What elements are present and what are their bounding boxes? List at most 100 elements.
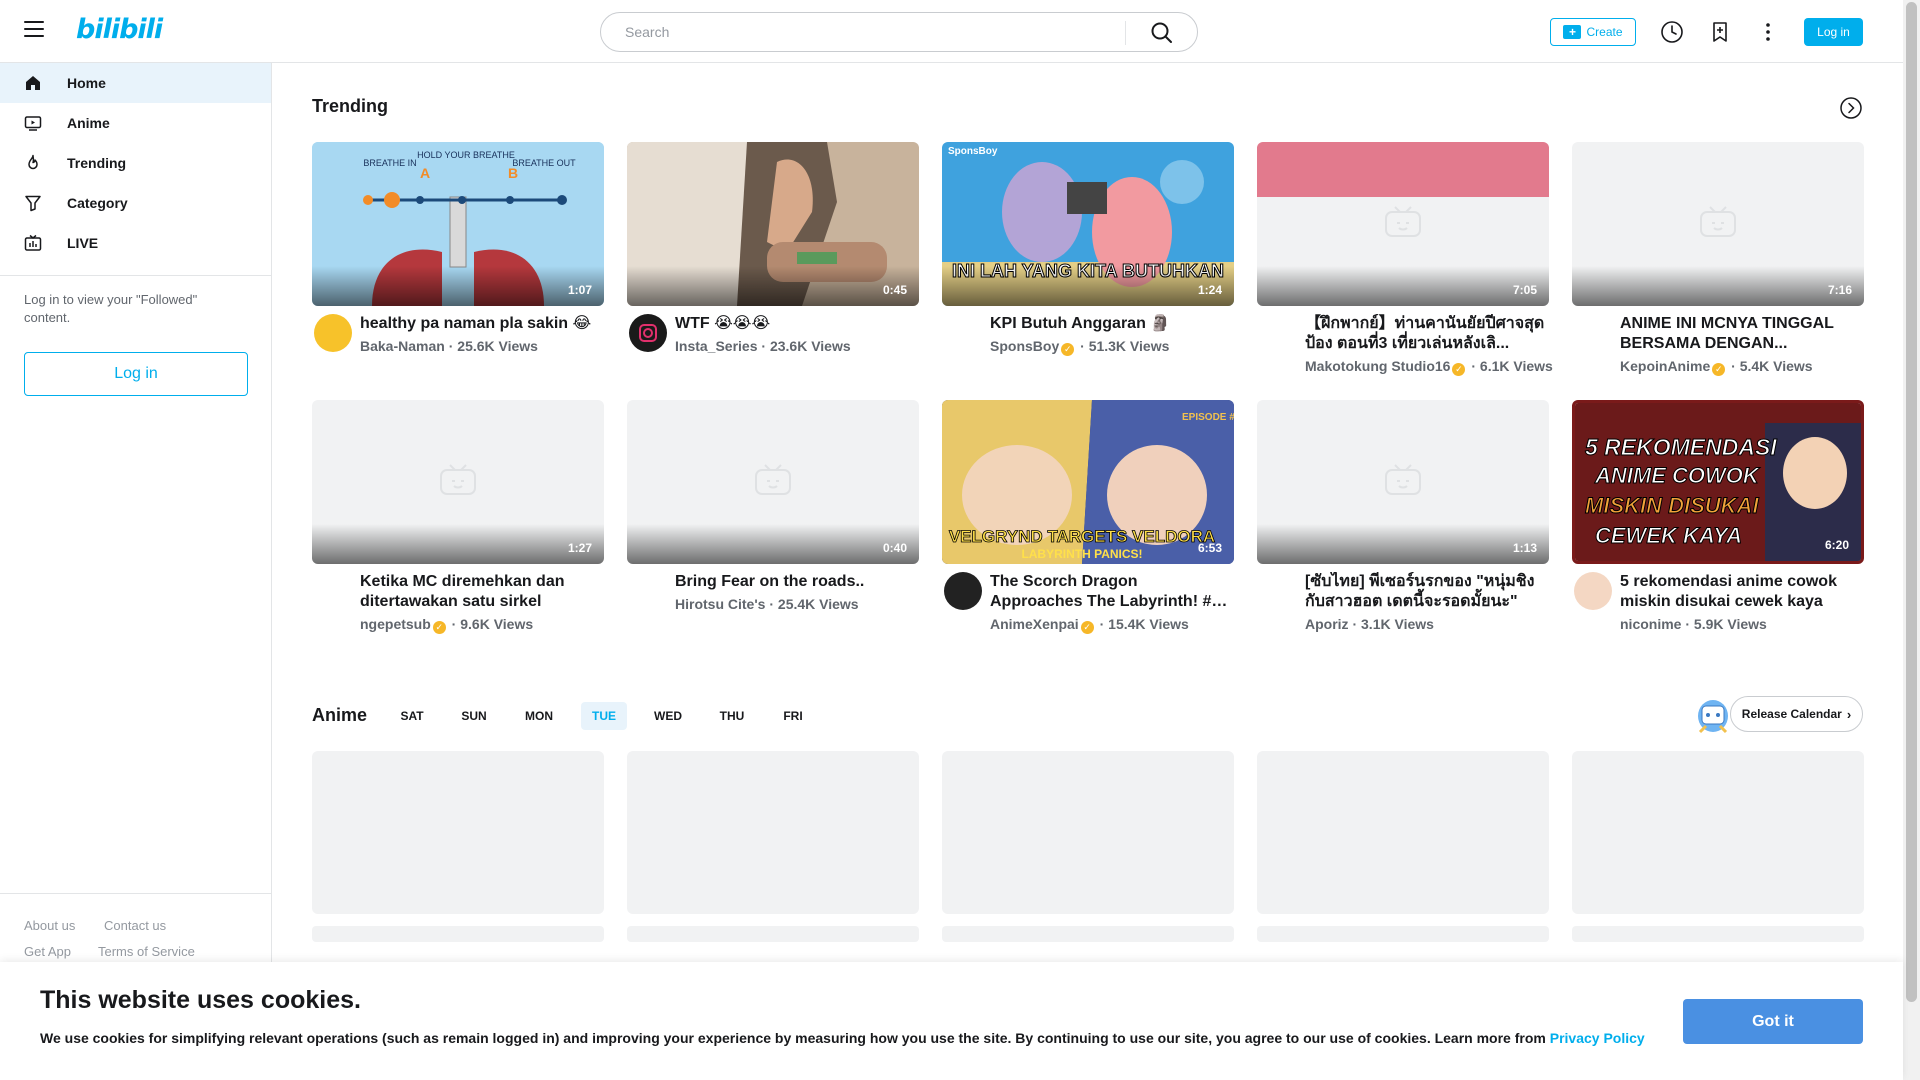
channel-name[interactable]: SponsBoy <box>990 338 1059 354</box>
channel-name[interactable]: Aporiz <box>1305 616 1349 632</box>
day-tab-thu[interactable]: THU <box>713 702 751 730</box>
scrollbar-thumb[interactable] <box>1906 2 1917 1002</box>
channel-avatar[interactable] <box>314 314 352 352</box>
create-button[interactable]: + Create <box>1550 18 1636 46</box>
cookie-title: This website uses cookies. <box>40 986 361 1014</box>
channel-avatar[interactable] <box>1574 572 1612 610</box>
video-title[interactable]: 5 rekomendasi anime cowok miskin disukai… <box>1620 572 1860 612</box>
channel-name[interactable]: Hirotsu Cite's <box>675 596 765 612</box>
video-title[interactable]: WTF 😭😭😭 <box>675 314 915 334</box>
channel-name[interactable]: ngepetsub <box>360 616 431 632</box>
view-count: 3.1K Views <box>1361 616 1434 632</box>
video-thumbnail[interactable]: 1:27 <box>312 400 604 564</box>
history-clock-icon[interactable] <box>1660 20 1684 44</box>
video-card[interactable]: 7:05 【ฝึกพากย์】ท่านคานันยัยปีศาจสุดป้อง … <box>1257 142 1553 382</box>
channel-avatar[interactable] <box>944 572 982 610</box>
label-a-text: A <box>420 165 430 181</box>
more-options-icon[interactable] <box>1756 20 1780 44</box>
search-input[interactable] <box>625 13 1125 51</box>
day-tab-mon[interactable]: MON <box>520 702 558 730</box>
anime-card-skeleton <box>1572 751 1864 914</box>
thumbnail-shade <box>942 266 1234 306</box>
day-tab-fri[interactable]: FRI <box>778 702 808 730</box>
day-tab-tue[interactable]: TUE <box>581 702 627 730</box>
breathe-in-text: BREATHE IN <box>363 158 416 168</box>
video-meta: niconime · 5.9K Views <box>1620 616 1767 632</box>
bilibili-logo[interactable]: bilibili <box>76 14 163 45</box>
video-thumbnail[interactable]: 7:16 <box>1572 142 1864 306</box>
video-card[interactable]: 7:16 ANIME INI MCNYA TINGGAL BERSAMA DEN… <box>1572 142 1864 382</box>
day-tab-sat[interactable]: SAT <box>395 702 429 730</box>
terms-of-service-link[interactable]: Terms of Service <box>98 944 195 959</box>
release-calendar-button[interactable]: Release Calendar › <box>1730 696 1863 732</box>
video-meta: Baka-Naman · 25.6K Views <box>360 338 538 354</box>
watch-later-icon[interactable] <box>1708 20 1732 44</box>
channel-name[interactable]: Makotokung Studio16 <box>1305 358 1450 374</box>
video-thumbnail[interactable]: EPISODE #82 VELGRYND TARGETS VELDORA LAB… <box>942 400 1234 564</box>
anime-section-title: Anime <box>312 705 368 725</box>
mascot-icon <box>1698 700 1728 734</box>
video-card[interactable]: EPISODE #82 VELGRYND TARGETS VELDORA LAB… <box>942 400 1234 640</box>
video-title[interactable]: Bring Fear on the roads.. <box>675 572 915 592</box>
video-title[interactable]: ANIME INI MCNYA TINGGAL BERSAMA DENGAN..… <box>1620 314 1860 354</box>
video-thumbnail[interactable]: BREATHE IN A HOLD YOUR BREATHE B BREATHE… <box>312 142 604 306</box>
verified-badge-icon: ✓ <box>1061 343 1075 356</box>
get-app-link[interactable]: Get App <box>24 944 71 959</box>
sidebar-item-anime[interactable]: Anime <box>0 103 271 143</box>
cookie-text: We use cookies for simplifying relevant … <box>40 1030 1546 1046</box>
video-thumbnail[interactable]: 7:05 <box>1257 142 1549 306</box>
anime-card-skeleton <box>1257 751 1549 914</box>
video-card[interactable]: 5 REKOMENDASI ANIME COWOK MISKIN DISUKAI… <box>1572 400 1864 640</box>
channel-name[interactable]: niconime <box>1620 616 1681 632</box>
sidebar: Home Anime Trending Category LIVE Log in… <box>0 63 272 1080</box>
video-title[interactable]: [ซับไทย] พี่เซอร์นรกของ "หนุ่มชิงกับสาวฮ… <box>1305 572 1545 612</box>
sidebar-item-label: LIVE <box>67 235 99 251</box>
day-tab-sun[interactable]: SUN <box>456 702 492 730</box>
day-tab-wed[interactable]: WED <box>648 702 688 730</box>
video-title[interactable]: The Scorch Dragon Approaches The Labyrin… <box>990 572 1230 612</box>
video-thumbnail[interactable]: 1:13 <box>1257 400 1549 564</box>
channel-name[interactable]: Baka-Naman <box>360 338 445 354</box>
search-icon[interactable] <box>1149 20 1175 46</box>
video-card[interactable]: 1:13 [ซับไทย] พี่เซอร์นรกของ "หนุ่มชิงกั… <box>1257 400 1549 640</box>
video-card[interactable]: 0:40 Bring Fear on the roads.. Hirotsu C… <box>627 400 919 640</box>
video-title[interactable]: healthy pa naman pla sakin 😂 <box>360 314 600 334</box>
video-thumbnail[interactable]: 5 REKOMENDASI ANIME COWOK MISKIN DISUKAI… <box>1572 400 1864 564</box>
video-title[interactable]: Ketika MC diremehkan dan ditertawakan sa… <box>360 572 600 612</box>
channel-name[interactable]: KepoinAnime <box>1620 358 1710 374</box>
video-card[interactable]: 0:45 WTF 😭😭😭 Insta_Series · 23.6K Views <box>627 142 919 382</box>
menu-icon[interactable] <box>24 21 44 37</box>
filter-icon <box>25 195 41 212</box>
sidebar-item-live[interactable]: LIVE <box>0 223 271 263</box>
sidebar-item-category[interactable]: Category <box>0 183 271 223</box>
video-thumbnail[interactable]: 0:40 <box>627 400 919 564</box>
video-thumbnail[interactable]: 0:45 <box>627 142 919 306</box>
video-title[interactable]: 【ฝึกพากย์】ท่านคานันยัยปีศาจสุดป้อง ตอนที… <box>1305 314 1545 354</box>
video-card[interactable]: SponsBoy INI LAH YANG KITA BUTUHKAN 1:24… <box>942 142 1234 382</box>
sidebar-login-button[interactable]: Log in <box>24 352 248 396</box>
live-icon <box>24 234 42 251</box>
privacy-policy-link[interactable]: Privacy Policy <box>1550 1030 1645 1046</box>
page-scrollbar[interactable] <box>1903 0 1920 1080</box>
thumb-text-line1: 5 REKOMENDASI <box>1585 434 1777 460</box>
trending-next-icon[interactable] <box>1840 97 1862 119</box>
placeholder-tv-icon <box>755 464 791 495</box>
video-meta: AnimeXenpai ✓ · 15.4K Views <box>990 616 1189 634</box>
channel-name[interactable]: Insta_Series <box>675 338 758 354</box>
sidebar-item-home[interactable]: Home <box>0 63 271 103</box>
video-card[interactable]: BREATHE IN A HOLD YOUR BREATHE B BREATHE… <box>312 142 604 382</box>
anime-card-skeleton <box>312 751 604 914</box>
header-login-button[interactable]: Log in <box>1804 18 1863 46</box>
video-card[interactable]: 1:27 Ketika MC diremehkan dan ditertawak… <box>312 400 604 640</box>
video-title[interactable]: KPI Butuh Anggaran 🗿 <box>990 314 1230 334</box>
trending-section-title: Trending <box>312 96 388 116</box>
video-thumbnail[interactable]: SponsBoy INI LAH YANG KITA BUTUHKAN 1:24 <box>942 142 1234 306</box>
contact-us-link[interactable]: Contact us <box>104 918 166 933</box>
channel-name[interactable]: AnimeXenpai <box>990 616 1079 632</box>
about-us-link[interactable]: About us <box>24 918 75 933</box>
sidebar-item-trending[interactable]: Trending <box>0 143 271 183</box>
view-count: 51.3K Views <box>1088 338 1170 354</box>
partial-thumbnail-image <box>1257 142 1549 197</box>
channel-avatar[interactable] <box>629 314 667 352</box>
got-it-button[interactable]: Got it <box>1683 999 1863 1044</box>
